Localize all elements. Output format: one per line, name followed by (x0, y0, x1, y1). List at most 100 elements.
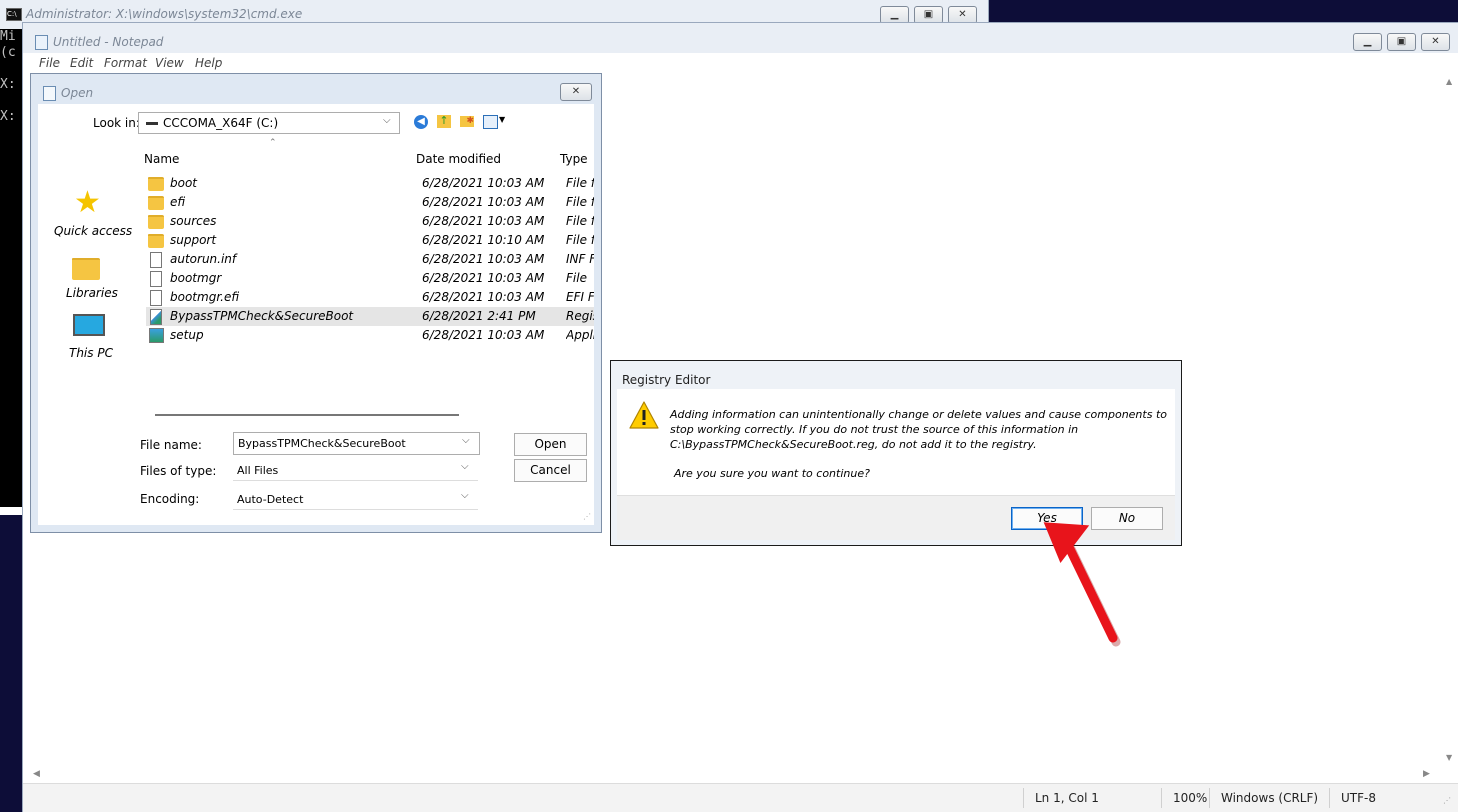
place-label: Quick access (54, 224, 133, 238)
cancel-button[interactable]: Cancel (514, 459, 587, 482)
file-date: 6/28/2021 10:03 AM (422, 195, 545, 209)
file-row[interactable]: bootmgr.efi 6/28/2021 10:03 AM EFI Fi (146, 288, 594, 307)
menu-format[interactable]: Format (104, 56, 147, 70)
chevron-down-icon: ⌵ (461, 461, 469, 472)
chevron-down-icon[interactable]: ▼ (499, 115, 505, 124)
column-name[interactable]: Name (144, 152, 179, 166)
file-type: INF Fi (566, 252, 594, 266)
status-position: Ln 1, Col 1 (1035, 791, 1099, 805)
encoding-dropdown[interactable]: Auto-Detect ⌵ (233, 487, 478, 510)
folder-icon (148, 177, 164, 191)
registry-file-icon (150, 309, 162, 325)
folder-icon (148, 215, 164, 229)
file-date: 6/28/2021 10:10 AM (422, 233, 545, 247)
view-menu-icon[interactable] (483, 115, 498, 129)
file-row[interactable]: support 6/28/2021 10:10 AM File fo (146, 231, 594, 250)
status-line-ending: Windows (CRLF) (1221, 791, 1319, 805)
file-row[interactable]: boot 6/28/2021 10:03 AM File fo (146, 174, 594, 193)
drive-icon (146, 122, 158, 125)
look-in-dropdown[interactable]: CCCOMA_X64F (C:) ⌵ (138, 112, 400, 134)
menu-edit[interactable]: Edit (70, 56, 93, 70)
file-row[interactable]: autorun.inf 6/28/2021 10:03 AM INF Fi (146, 250, 594, 269)
scroll-right-icon[interactable]: ▶ (1423, 769, 1430, 779)
close-button[interactable]: ✕ (560, 83, 592, 101)
look-in-label: Look in: (93, 116, 140, 130)
back-icon[interactable]: ◀ (414, 115, 428, 129)
confirm-question: Are you sure you want to continue? (674, 467, 870, 480)
place-this-pc[interactable]: This PC (50, 310, 126, 366)
open-dialog-title: Open (61, 86, 94, 100)
status-divider (1161, 788, 1162, 808)
files-of-type-dropdown[interactable]: All Files ⌵ (233, 458, 478, 481)
resize-grip-icon[interactable]: ⋰ (1443, 796, 1451, 805)
cmd-title: Administrator: X:\windows\system32\cmd.e… (26, 7, 303, 21)
column-type[interactable]: Type (560, 152, 588, 166)
open-dialog: Open ✕ Look in: CCCOMA_X64F (C:) ⌵ ◀ ↑ ✱… (30, 73, 602, 533)
horizontal-scrollbar[interactable]: ◀ ▶ (23, 767, 1443, 783)
file-date: 6/28/2021 10:03 AM (422, 176, 545, 190)
file-name: efi (170, 195, 186, 209)
encoding-label: Encoding: (140, 492, 200, 506)
notepad-icon (35, 35, 48, 50)
libraries-icon (72, 258, 100, 280)
place-quick-access[interactable]: ★ Quick access (50, 188, 132, 244)
console-line: X: (0, 77, 16, 92)
file-date: 6/28/2021 10:03 AM (422, 290, 545, 304)
status-divider (1329, 788, 1330, 808)
place-label: Libraries (66, 286, 118, 300)
chevron-down-icon: ⌵ (461, 490, 469, 501)
folder-icon (148, 196, 164, 210)
vertical-scrollbar[interactable]: ▲ ▼ (1443, 73, 1457, 767)
file-row[interactable]: setup 6/28/2021 10:03 AM Appli (146, 326, 594, 345)
file-row[interactable]: bootmgr 6/28/2021 10:03 AM File (146, 269, 594, 288)
console-line: X: (0, 109, 16, 124)
file-date: 6/28/2021 10:03 AM (422, 328, 545, 342)
file-row[interactable]: BypassTPMCheck&SecureBoot 6/28/2021 2:41 … (146, 307, 594, 326)
menu-view[interactable]: View (155, 56, 184, 70)
place-label: This PC (69, 346, 113, 360)
registry-dialog-title: Registry Editor (622, 373, 711, 387)
up-folder-icon[interactable]: ↑ (437, 115, 451, 128)
console-line: (c (0, 45, 16, 60)
file-type: Regis (566, 309, 594, 323)
file-name: BypassTPMCheck&SecureBoot (170, 309, 354, 323)
notepad-titlebar[interactable]: Untitled - Notepad ▁ ▣ ✕ (23, 23, 1458, 53)
scroll-down-icon[interactable]: ▼ (1446, 753, 1452, 762)
file-icon (150, 290, 162, 306)
scroll-left-icon[interactable]: ◀ (33, 769, 40, 779)
file-name: sources (170, 214, 217, 228)
files-of-type-value: All Files (237, 464, 279, 477)
message-line: Adding information can unintentionally c… (670, 408, 1167, 421)
file-type: File fo (566, 233, 594, 247)
new-folder-icon[interactable]: ✱ (460, 116, 474, 127)
place-libraries[interactable]: Libraries (50, 250, 126, 306)
encoding-value: Auto-Detect (237, 493, 304, 506)
chevron-down-icon: ⌵ (383, 115, 391, 126)
file-row[interactable]: efi 6/28/2021 10:03 AM File fo (146, 193, 594, 212)
menu-bar: File Edit Format View Help (23, 53, 1458, 73)
chevron-down-icon[interactable]: ⌵ (462, 435, 470, 446)
menu-help[interactable]: Help (195, 56, 222, 70)
file-date: 6/28/2021 2:41 PM (422, 309, 536, 323)
menu-file[interactable]: File (39, 56, 60, 70)
file-row[interactable]: sources 6/28/2021 10:03 AM File fo (146, 212, 594, 231)
close-button[interactable]: ✕ (1421, 33, 1450, 51)
sort-arrow-icon: ⌃ (269, 138, 277, 148)
file-name-input[interactable]: BypassTPMCheck&SecureBoot ⌵ (233, 432, 480, 455)
cmd-icon: C:\ (6, 8, 22, 21)
maximize-button[interactable]: ▣ (1387, 33, 1416, 51)
scroll-up-icon[interactable]: ▲ (1446, 77, 1452, 86)
column-date-modified[interactable]: Date modified (416, 152, 501, 166)
folder-icon (148, 234, 164, 248)
cmd-console[interactable]: Mi (c X: X: (0, 29, 22, 507)
file-name: setup (170, 328, 204, 342)
resize-grip-icon[interactable]: ⋰ (583, 512, 591, 521)
file-name: boot (170, 176, 198, 190)
minimize-button[interactable]: ▁ (1353, 33, 1382, 51)
status-divider (1209, 788, 1210, 808)
file-name: autorun.inf (170, 252, 237, 266)
open-button[interactable]: Open (514, 433, 587, 456)
divider (155, 414, 459, 416)
file-name-value: BypassTPMCheck&SecureBoot (238, 437, 406, 450)
